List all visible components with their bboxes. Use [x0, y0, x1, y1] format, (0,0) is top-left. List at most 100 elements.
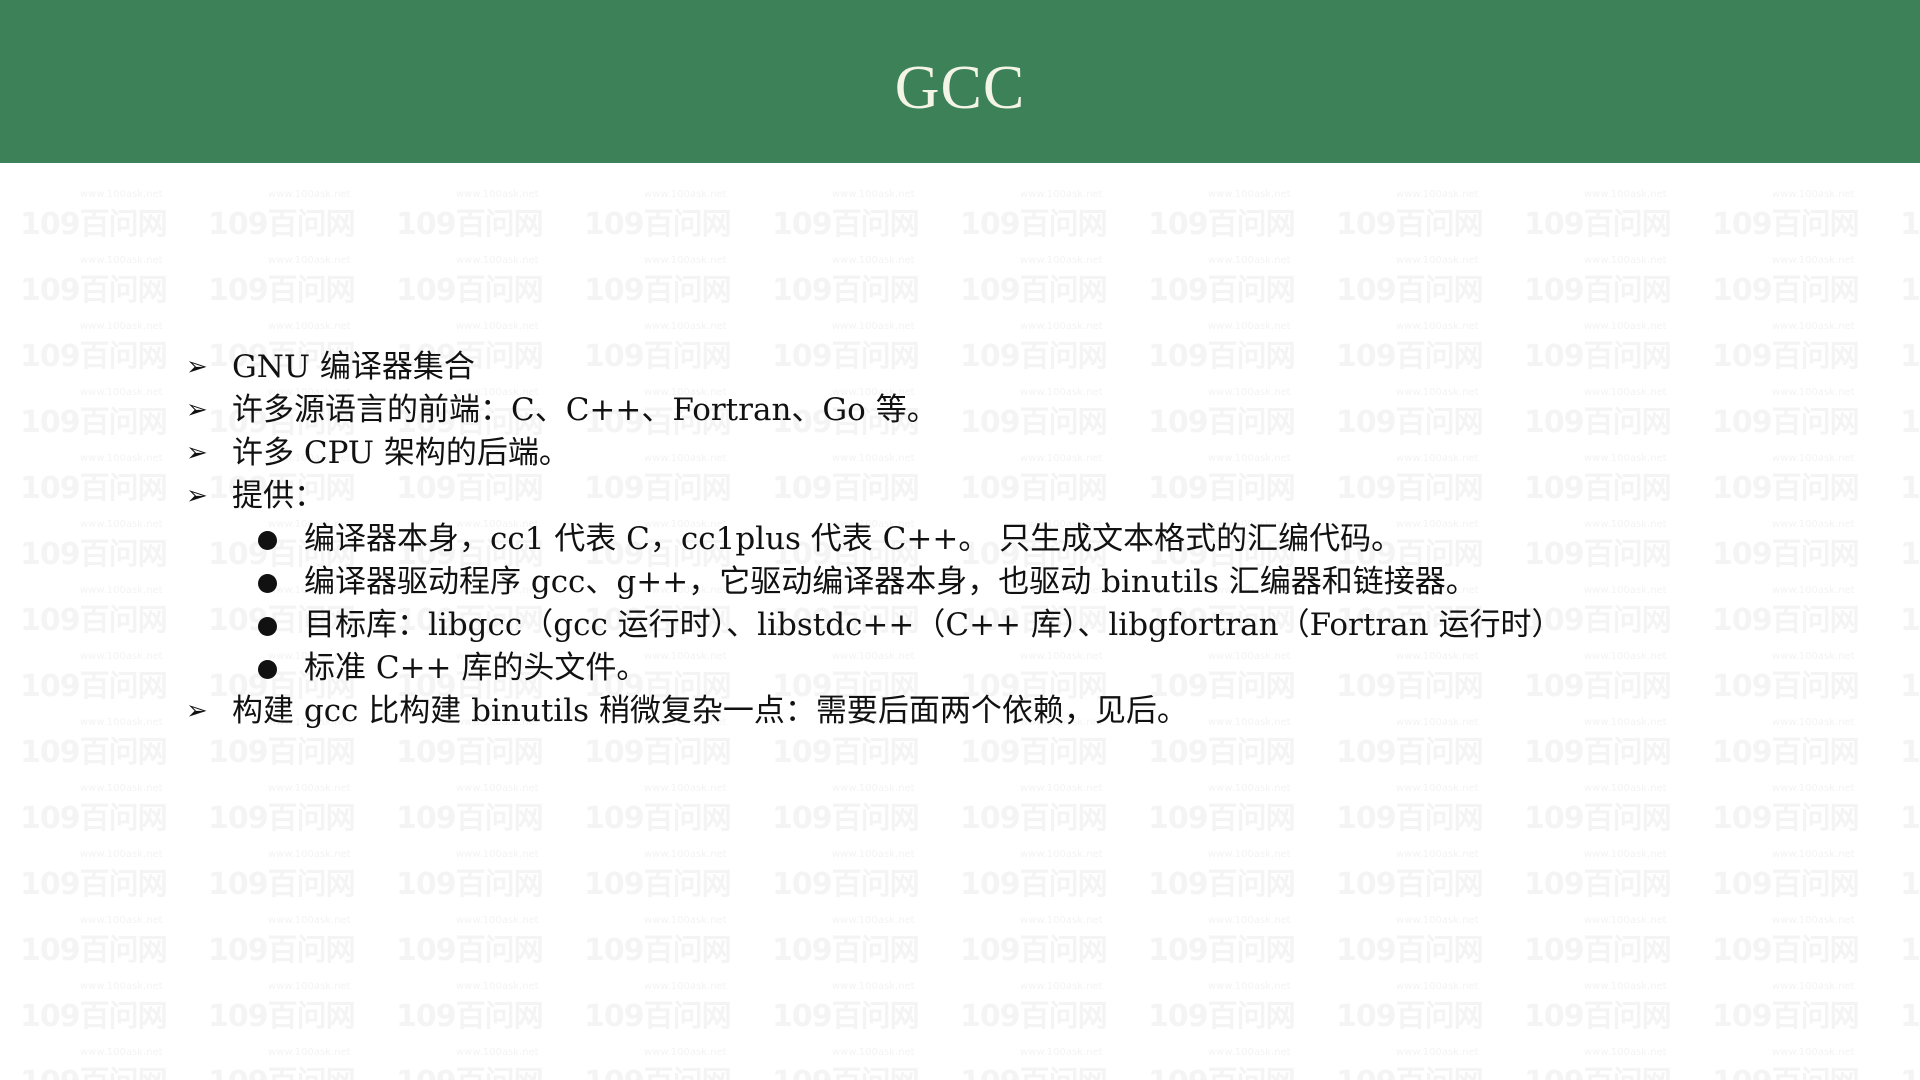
watermark-logo: 109百问网 — [960, 207, 1108, 242]
watermark-url: www.100ask.net — [80, 915, 163, 926]
watermark-logo: 109百问网 — [1524, 735, 1672, 770]
watermark-url: www.100ask.net — [1584, 651, 1667, 662]
watermark-url: www.100ask.net — [268, 849, 351, 860]
watermark-logo: 109百问网 — [1148, 339, 1296, 374]
watermark-logo: 109百问网 — [1148, 801, 1296, 836]
watermark-logo: 109百问网 — [20, 537, 168, 572]
watermark-tile: 109百问网www.100ask.net — [1712, 849, 1862, 909]
watermark-logo: 109百问网 — [1148, 405, 1296, 440]
watermark-url: www.100ask.net — [1020, 453, 1103, 464]
watermark-logo: 109百问网 — [1900, 339, 1920, 374]
watermark-tile: 109百问网www.100ask.net — [960, 1047, 1110, 1080]
watermark-tile: 109百问网www.100ask.net — [1900, 275, 1920, 315]
watermark-tile: 109百问网www.100ask.net — [1524, 255, 1674, 315]
watermark-logo: 109百问网 — [1900, 735, 1920, 770]
watermark-tile: 109百问网www.100ask.net — [1900, 803, 1920, 843]
watermark-logo: 109百问网 — [1524, 801, 1672, 836]
watermark-url: www.100ask.net — [1020, 387, 1103, 398]
watermark-logo: 109百问网 — [772, 471, 920, 506]
watermark-url: www.100ask.net — [1772, 1047, 1855, 1058]
watermark-logo: 109百问网 — [960, 273, 1108, 308]
watermark-url: www.100ask.net — [1396, 255, 1479, 266]
watermark-tile: 109百问网www.100ask.net — [772, 717, 922, 777]
arrow-bullet-icon: ➢ — [186, 438, 208, 468]
watermark-logo: 109百问网 — [20, 867, 168, 902]
watermark-logo: 109百问网 — [20, 273, 168, 308]
watermark-logo: 109百问网 — [208, 1067, 356, 1080]
watermark-url: www.100ask.net — [456, 321, 539, 332]
watermark-tile: 109百问网 www.100ask.net — [1524, 189, 1674, 249]
watermark-url: www.100ask.net — [456, 849, 539, 860]
watermark-tile: 109百问网www.100ask.net — [772, 189, 922, 249]
watermark-url: www.100ask.net — [80, 1047, 163, 1058]
watermark-logo: 109百问网 — [960, 933, 1108, 968]
watermark-logo: 109百问网 — [772, 273, 920, 308]
watermark-url: www.100ask.net — [1584, 189, 1667, 200]
watermark-url: www.100ask.net — [268, 915, 351, 926]
watermark-tile: 109百问网www.100ask.net — [1712, 453, 1862, 513]
watermark-tile: 109百问网www.100ask.net — [396, 717, 546, 777]
watermark-logo: 109百问网 — [1336, 933, 1484, 968]
watermark-url: www.100ask.net — [832, 321, 915, 332]
watermark-logo: 109百问网 — [1336, 867, 1484, 902]
watermark-url: www.100ask.net — [1208, 387, 1291, 398]
watermark-logo: 109百问网 — [1336, 1067, 1484, 1080]
dot-bullet-icon — [258, 617, 277, 636]
watermark-url: www.100ask.net — [1584, 519, 1667, 530]
watermark-logo: 109百问网 — [1524, 207, 1672, 242]
watermark-url: www.100ask.net — [1208, 453, 1291, 464]
watermark-logo: 109百问网 — [1712, 405, 1860, 440]
watermark-url: www.100ask.net — [80, 783, 163, 794]
watermark-url: www.100ask.net — [1396, 321, 1479, 332]
watermark-logo: 109百问网 — [1712, 735, 1860, 770]
watermark-url: www.100ask.net — [832, 1047, 915, 1058]
watermark-tile: 109百问网www.100ask.net — [396, 1047, 546, 1080]
watermark-url: www.100ask.net — [1020, 189, 1103, 200]
watermark-url: www.100ask.net — [644, 849, 727, 860]
watermark-tile: 109百问网www.100ask.net — [1900, 605, 1920, 645]
watermark-logo: 109百问网 — [396, 1067, 544, 1080]
watermark-logo: 109百问网 — [584, 1067, 732, 1080]
watermark-url: www.100ask.net — [1208, 915, 1291, 926]
watermark-url: www.100ask.net — [1208, 717, 1291, 728]
watermark-tile: 109百问网www.100ask.net — [1900, 1067, 1920, 1080]
watermark-logo: 109百问网 — [960, 471, 1108, 506]
watermark-url: www.100ask.net — [456, 189, 539, 200]
watermark-tile: 109百问网www.100ask.net — [20, 717, 170, 777]
watermark-tile: 109百问网www.100ask.net — [772, 783, 922, 843]
watermark-tile: 109百问网www.100ask.net — [1336, 387, 1486, 447]
watermark-url: www.100ask.net — [1584, 981, 1667, 992]
watermark-tile: 109百问网www.100ask.net — [584, 255, 734, 315]
watermark-tile: 109百问网www.100ask.net — [20, 321, 170, 381]
watermark-url: www.100ask.net — [268, 1047, 351, 1058]
watermark-url: www.100ask.net — [644, 1047, 727, 1058]
watermark-logo: 109百问网 — [772, 207, 920, 242]
watermark-tile: 109百问网www.100ask.net — [1712, 519, 1862, 579]
watermark-url: www.100ask.net — [832, 981, 915, 992]
watermark-url: www.100ask.net — [1772, 783, 1855, 794]
watermark-url: www.100ask.net — [1584, 585, 1667, 596]
watermark-logo: 109百问网 — [1900, 405, 1920, 440]
slide-title: GCC — [894, 54, 1026, 122]
watermark-url: www.100ask.net — [80, 387, 163, 398]
watermark-tile: 109百问网www.100ask.net — [1524, 651, 1674, 711]
watermark-url: www.100ask.net — [456, 981, 539, 992]
arrow-bullet-icon: ➢ — [186, 395, 208, 425]
watermark-url: www.100ask.net — [1772, 849, 1855, 860]
watermark-tile: 109百问网www.100ask.net — [1524, 915, 1674, 975]
watermark-logo: 109百问网 — [20, 933, 168, 968]
watermark-logo: 109百问网 — [208, 867, 356, 902]
watermark-logo: 109百问网 — [1712, 1067, 1860, 1080]
watermark-url: www.100ask.net — [1020, 981, 1103, 992]
watermark-logo: 109百问网 — [20, 999, 168, 1034]
watermark-tile: 109百问网www.100ask.net — [960, 849, 1110, 909]
watermark-logo: 109百问网 — [960, 999, 1108, 1034]
watermark-url: www.100ask.net — [1584, 453, 1667, 464]
watermark-url: www.100ask.net — [1772, 453, 1855, 464]
watermark-url: www.100ask.net — [1396, 387, 1479, 398]
watermark-logo: 109百问网 — [584, 273, 732, 308]
watermark-tile: 109百问网www.100ask.net — [1524, 387, 1674, 447]
watermark-logo: 109百问网 — [396, 801, 544, 836]
bullet-text: 许多源语言的前端：C、C++、Fortran、Go 等。 — [232, 392, 938, 428]
watermark-url: www.100ask.net — [644, 453, 727, 464]
